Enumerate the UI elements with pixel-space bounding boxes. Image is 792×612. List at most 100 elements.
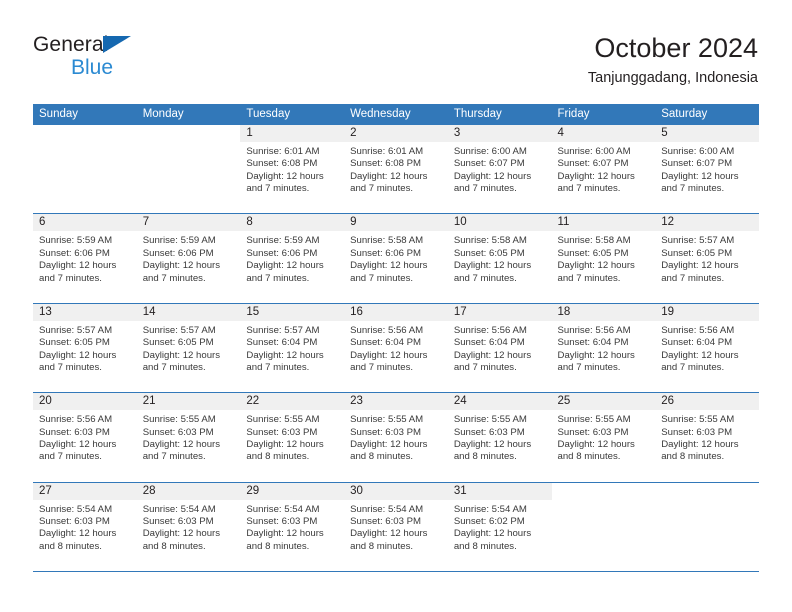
- day-cell[interactable]: 8 Sunrise: 5:59 AM Sunset: 6:06 PM Daylight…: [240, 214, 345, 303]
- day-info-sunset: Sunset: 6:07 PM: [661, 158, 733, 170]
- day-info-daylight1: Daylight: 12 hours: [39, 438, 117, 450]
- day-info-daylight2: and 7 minutes.: [661, 183, 725, 195]
- day-number-band: 31: [447, 482, 552, 500]
- day-cell[interactable]: 18 Sunrise: 5:56 AM Sunset: 6:04 PM Dayligh…: [551, 303, 656, 393]
- day-info: Sunrise: 6:01 AM Sunset: 6:08 PM Daylight:…: [240, 142, 344, 196]
- day-number-band: 9: [344, 214, 448, 232]
- calendar-week-row: 27 Sunrise: 5:54 AM Sunset: 6:03 PM Dayligh…: [33, 482, 759, 572]
- day-info-sunrise: Sunrise: 5:56 AM: [350, 324, 424, 336]
- day-info-daylight1: Daylight: 12 hours: [350, 170, 428, 182]
- day-info-daylight1: Daylight: 12 hours: [557, 260, 635, 272]
- day-cell[interactable]: 22 Sunrise: 5:55 AM Sunset: 6:03 PM Dayligh…: [240, 393, 345, 482]
- day-cell[interactable]: 9 Sunrise: 5:58 AM Sunset: 6:06 PM Daylight…: [344, 214, 448, 303]
- day-cell[interactable]: 1 Sunrise: 6:01 AM Sunset: 6:08 PM Daylight…: [240, 125, 345, 214]
- day-info-daylight1: Daylight: 12 hours: [557, 170, 635, 182]
- day-cell[interactable]: 29 Sunrise: 5:54 AM Sunset: 6:03 PM Dayligh…: [240, 482, 345, 571]
- day-cell[interactable]: 17 Sunrise: 5:56 AM Sunset: 6:04 PM Dayligh…: [447, 303, 552, 393]
- day-info-sunset: Sunset: 6:06 PM: [39, 247, 110, 259]
- day-cell[interactable]: 15 Sunrise: 5:57 AM Sunset: 6:04 PM Dayligh…: [240, 303, 345, 393]
- day-cell[interactable]: 14 Sunrise: 5:57 AM Sunset: 6:05 PM Dayligh…: [136, 303, 241, 393]
- day-info-daylight1: Daylight: 12 hours: [661, 170, 739, 182]
- day-cell[interactable]: 3 Sunrise: 6:00 AM Sunset: 6:07 PM Daylight…: [447, 125, 552, 214]
- day-info-sunset: Sunset: 6:03 PM: [246, 426, 318, 438]
- day-number-band: 20: [33, 393, 137, 411]
- day-info-daylight1: Daylight: 12 hours: [350, 438, 428, 450]
- day-cell[interactable]: 31 Sunrise: 5:54 AM Sunset: 6:02 PM Dayligh…: [447, 482, 552, 571]
- day-number-band: 14: [136, 303, 241, 321]
- day-info-daylight2: and 7 minutes.: [453, 272, 517, 284]
- day-info-daylight1: Daylight: 12 hours: [453, 438, 532, 450]
- day-number-band: 30: [344, 482, 448, 500]
- day-number-band: 15: [240, 303, 345, 321]
- day-info: Sunrise: 5:56 AM Sunset: 6:04 PM Daylight:…: [655, 321, 759, 375]
- day-number: 5: [661, 127, 668, 139]
- day-info: Sunrise: 5:55 AM Sunset: 6:03 PM Daylight:…: [344, 410, 448, 464]
- day-info-sunrise: Sunrise: 5:54 AM: [246, 503, 320, 515]
- weekday-header-saturday: Saturday: [661, 108, 708, 120]
- day-cell[interactable]: 10 Sunrise: 5:58 AM Sunset: 6:05 PM Dayligh…: [447, 214, 552, 303]
- day-info-sunrise: Sunrise: 5:56 AM: [661, 324, 735, 336]
- day-cell[interactable]: 19 Sunrise: 5:56 AM Sunset: 6:04 PM Dayligh…: [655, 303, 759, 393]
- day-cell[interactable]: 27 Sunrise: 5:54 AM Sunset: 6:03 PM Dayligh…: [33, 482, 137, 571]
- day-info-daylight1: Daylight: 12 hours: [39, 349, 117, 361]
- day-cell[interactable]: 4 Sunrise: 6:00 AM Sunset: 6:07 PM Daylight…: [551, 125, 656, 214]
- day-info-sunrise: Sunrise: 5:58 AM: [453, 235, 527, 247]
- day-info-daylight2: and 8 minutes.: [246, 540, 310, 552]
- day-cell[interactable]: 26 Sunrise: 5:55 AM Sunset: 6:03 PM Dayligh…: [655, 393, 759, 482]
- day-cell[interactable]: 21 Sunrise: 5:55 AM Sunset: 6:03 PM Dayligh…: [136, 393, 241, 482]
- day-cell[interactable]: 25 Sunrise: 5:55 AM Sunset: 6:03 PM Dayligh…: [551, 393, 656, 482]
- day-info-sunrise: Sunrise: 5:56 AM: [39, 414, 113, 426]
- day-number-band: 3: [447, 125, 552, 142]
- day-cell[interactable]: 7 Sunrise: 5:59 AM Sunset: 6:06 PM Daylight…: [136, 214, 241, 303]
- day-info-sunset: Sunset: 6:03 PM: [142, 426, 214, 438]
- day-cell[interactable]: 13 Sunrise: 5:57 AM Sunset: 6:05 PM Dayligh…: [33, 303, 137, 393]
- day-cell[interactable]: 30 Sunrise: 5:54 AM Sunset: 6:03 PM Dayligh…: [344, 482, 448, 571]
- day-number-band: 19: [655, 303, 759, 321]
- day-number-band: 18: [551, 303, 656, 321]
- day-cell[interactable]: 24 Sunrise: 5:55 AM Sunset: 6:03 PM Dayligh…: [447, 393, 552, 482]
- day-info-daylight1: Daylight: 12 hours: [350, 349, 428, 361]
- day-number-band: 7: [136, 214, 241, 232]
- day-number: 4: [557, 127, 564, 139]
- page-subtitle: Tanjunggadang, Indonesia: [587, 70, 758, 86]
- day-number-band: 28: [136, 482, 241, 500]
- day-cell-empty: [33, 125, 137, 214]
- day-cell[interactable]: 20 Sunrise: 5:56 AM Sunset: 6:03 PM Dayligh…: [33, 393, 137, 482]
- day-info-daylight2: and 7 minutes.: [557, 183, 621, 195]
- day-number-band: 29: [240, 482, 345, 500]
- day-number-band: 22: [240, 393, 345, 411]
- day-number-band: 2: [344, 125, 448, 142]
- page-title: October 2024: [594, 33, 758, 63]
- weekday-header-friday: Friday: [557, 108, 590, 120]
- day-cell[interactable]: 16 Sunrise: 5:56 AM Sunset: 6:04 PM Dayligh…: [344, 303, 448, 393]
- day-number: 30: [350, 484, 363, 497]
- day-info-daylight1: Daylight: 12 hours: [39, 528, 117, 540]
- day-info-sunrise: Sunrise: 5:54 AM: [350, 503, 424, 515]
- day-number: 20: [39, 395, 52, 408]
- day-number: 2: [350, 127, 357, 139]
- day-cell[interactable]: 6 Sunrise: 5:59 AM Sunset: 6:06 PM Daylight…: [33, 214, 137, 303]
- day-info-daylight1: Daylight: 12 hours: [557, 438, 635, 450]
- day-number: 17: [453, 305, 467, 318]
- day-cell[interactable]: 12 Sunrise: 5:57 AM Sunset: 6:05 PM Dayligh…: [655, 214, 759, 303]
- day-number-band: 27: [33, 482, 137, 500]
- day-number-band: 12: [655, 214, 759, 232]
- day-info-daylight2: and 7 minutes.: [661, 362, 725, 373]
- day-cell[interactable]: 2 Sunrise: 6:01 AM Sunset: 6:08 PM Daylight…: [344, 125, 448, 214]
- day-info: Sunrise: 5:54 AM Sunset: 6:03 PM Daylight:…: [344, 500, 448, 554]
- day-info-sunrise: Sunrise: 5:54 AM: [39, 503, 113, 515]
- page-header: General Blue October 2024 Tanjunggadang,…: [0, 0, 792, 104]
- day-number: 14: [142, 305, 156, 318]
- day-cell[interactable]: 23 Sunrise: 5:55 AM Sunset: 6:03 PM Dayligh…: [344, 393, 448, 482]
- day-info-sunrise: Sunrise: 5:55 AM: [557, 414, 631, 426]
- day-info: Sunrise: 5:55 AM Sunset: 6:03 PM Daylight:…: [655, 410, 759, 464]
- day-cell-empty: [551, 482, 656, 571]
- day-info-daylight1: Daylight: 12 hours: [246, 349, 324, 361]
- day-info: Sunrise: 5:55 AM Sunset: 6:03 PM Daylight:…: [552, 410, 656, 464]
- day-info-daylight2: and 7 minutes.: [246, 362, 310, 373]
- day-number-band: [137, 125, 241, 142]
- day-info: Sunrise: 5:57 AM Sunset: 6:05 PM Daylight:…: [33, 321, 137, 375]
- day-cell[interactable]: 11 Sunrise: 5:58 AM Sunset: 6:05 PM Dayligh…: [551, 214, 656, 303]
- day-cell[interactable]: 28 Sunrise: 5:54 AM Sunset: 6:03 PM Dayligh…: [136, 482, 241, 571]
- day-cell[interactable]: 5 Sunrise: 6:00 AM Sunset: 6:07 PM Daylight…: [655, 125, 759, 214]
